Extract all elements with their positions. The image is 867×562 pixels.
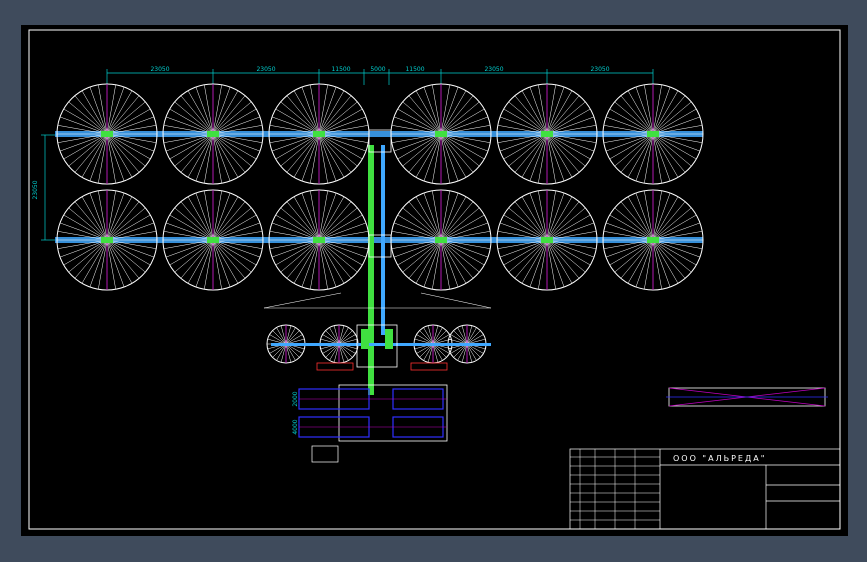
central-channel xyxy=(368,145,374,395)
dimension-label: 5000 xyxy=(370,66,385,73)
secondary-area xyxy=(263,292,492,309)
dimension-label: 23050 xyxy=(32,180,39,199)
pipe-detail xyxy=(666,387,828,407)
dimension-label: 23050 xyxy=(256,66,275,73)
tank-center xyxy=(101,237,113,243)
label-box xyxy=(410,362,448,371)
drawing-canvas: 23050 23050 11500 5000 11500 23050 23050… xyxy=(21,25,848,536)
dimension-label: 11500 xyxy=(331,66,350,73)
tank-center xyxy=(207,131,219,137)
tank-center xyxy=(313,131,325,137)
tank-center xyxy=(313,237,325,243)
central-pipe xyxy=(381,145,385,335)
pump-unit xyxy=(361,329,369,349)
tank-center xyxy=(435,131,447,137)
tank-center xyxy=(647,131,659,137)
small-detail xyxy=(311,445,339,463)
dimension-label: 23050 xyxy=(484,66,503,73)
dimension-label: 2000 xyxy=(292,391,299,406)
tank-center xyxy=(647,237,659,243)
secondary-pipe xyxy=(271,343,491,346)
tank-center xyxy=(101,131,113,137)
company-name: ООО "АЛЬРЕДА" xyxy=(673,454,766,463)
dimension-label: 23050 xyxy=(590,66,609,73)
tank-center xyxy=(207,237,219,243)
dimension-label: 4000 xyxy=(292,419,299,434)
dimension-label: 23050 xyxy=(150,66,169,73)
dimension-label: 11500 xyxy=(405,66,424,73)
tank-center xyxy=(435,237,447,243)
left-dimension-line xyxy=(41,134,57,241)
label-box xyxy=(316,362,354,371)
pump-unit xyxy=(385,329,393,349)
tank-center xyxy=(541,131,553,137)
tank-center xyxy=(541,237,553,243)
